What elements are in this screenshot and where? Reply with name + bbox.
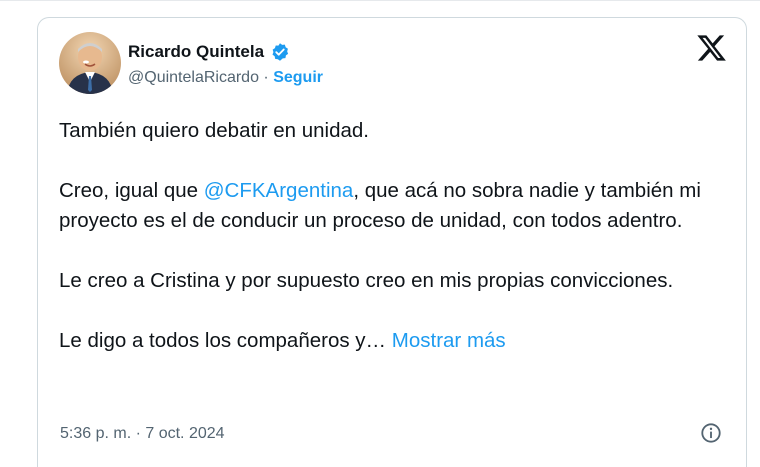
follow-link[interactable]: Seguir [273, 69, 323, 86]
author-handle[interactable]: @QuintelaRicardo [128, 69, 259, 86]
tweet-paragraph-2: Creo, igual que @CFKArgentina, que acá n… [59, 176, 739, 236]
avatar[interactable] [59, 32, 121, 94]
author-name-row: Ricardo Quintela [128, 42, 290, 62]
author-name[interactable]: Ricardo Quintela [128, 42, 264, 62]
handle-separator: · [263, 69, 269, 86]
tweet-text-segment: Creo, igual que [59, 179, 204, 202]
info-icon[interactable] [700, 422, 722, 444]
mention-link[interactable]: @CFKArgentina [204, 179, 354, 202]
profile-photo-icon [59, 32, 121, 94]
tweet-text-segment: Le digo a todos los compañeros y… [59, 329, 387, 352]
author-handle-row: @QuintelaRicardo · Seguir [128, 69, 323, 87]
tweet-text: También quiero debatir en unidad. Creo, … [59, 116, 739, 386]
verified-badge-icon [272, 43, 289, 61]
show-more-link[interactable]: Mostrar más [392, 329, 506, 352]
page-top-divider [0, 0, 760, 1]
tweet-timestamp[interactable]: 5:36 p. m. · 7 oct. 2024 [60, 425, 225, 443]
x-logo-icon[interactable] [696, 32, 728, 64]
embedded-tweet-card[interactable]: Ricardo Quintela @QuintelaRicardo · Segu… [37, 17, 747, 467]
tweet-paragraph-4: Le digo a todos los compañeros y… Mostra… [59, 326, 739, 356]
tweet-paragraph-1: También quiero debatir en unidad. [59, 119, 369, 142]
tweet-paragraph-3: Le creo a Cristina y por supuesto creo e… [59, 269, 674, 292]
